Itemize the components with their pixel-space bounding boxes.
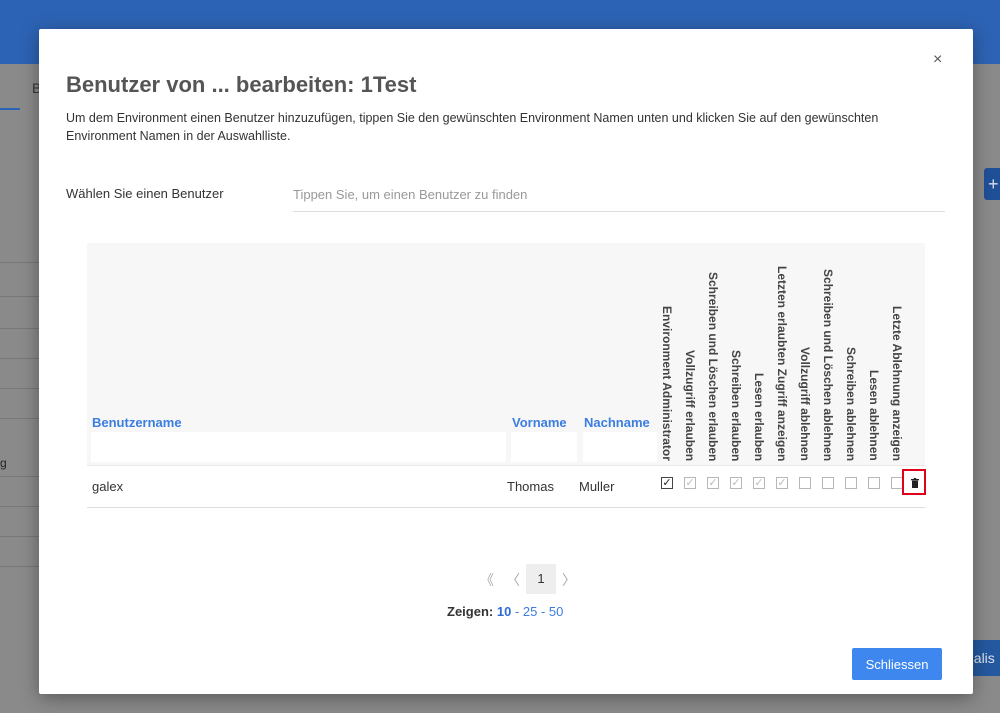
last-name-filter-input[interactable] <box>583 432 657 462</box>
perm-header-last-denial: Letzte Ablehnung anzeigen <box>890 306 904 461</box>
previous-page-icon[interactable]: 〈 <box>506 570 520 590</box>
background-row-divider <box>0 358 40 359</box>
background-tab-underline <box>0 108 20 110</box>
column-header-username[interactable]: Benutzername <box>92 415 182 430</box>
background-add-button: + <box>984 168 1000 200</box>
page-number-current[interactable]: 1 <box>526 564 556 594</box>
close-dialog-button[interactable]: Schliessen <box>852 648 942 680</box>
perm-checkbox-read-deny[interactable] <box>868 477 880 489</box>
perm-header-write-allow: Schreiben erlauben <box>729 349 743 461</box>
perm-header-last-allowed-access: Letzten erlaubten Zugriff anzeigen <box>775 265 789 461</box>
perm-checkbox-env-admin[interactable]: ✓ <box>661 477 673 489</box>
user-select-label: Wählen Sie einen Benutzer <box>66 186 224 201</box>
background-row-divider <box>0 262 40 263</box>
background-row-divider <box>0 536 40 537</box>
row-divider <box>87 465 925 466</box>
page-size-option[interactable]: 50 <box>549 604 563 619</box>
column-header-last-name[interactable]: Nachname <box>584 415 650 430</box>
background-row-divider <box>0 476 40 477</box>
username-filter-input[interactable] <box>91 432 506 462</box>
column-header-first-name[interactable]: Vorname <box>512 415 567 430</box>
row-divider <box>87 507 925 508</box>
background-text-fragment: g <box>0 456 7 470</box>
perm-checkbox-last-allowed-access[interactable]: ✓ <box>776 477 788 489</box>
perm-checkbox-read-allow[interactable]: ✓ <box>753 477 765 489</box>
background-row-divider <box>0 296 40 297</box>
perm-checkbox-write-delete-allow[interactable]: ✓ <box>707 477 719 489</box>
page-size-selector: Zeigen: 10 - 25 - 50 <box>447 604 563 619</box>
perm-header-write-delete-deny: Schreiben und Löschen ablehnen <box>821 268 835 461</box>
background-row-divider <box>0 388 40 389</box>
cell-username: galex <box>92 479 124 494</box>
perm-header-read-deny: Lesen ablehnen <box>867 370 881 461</box>
perm-checkbox-full-deny[interactable] <box>799 477 811 489</box>
perm-header-env-admin: Environment Administrator <box>660 306 674 461</box>
delete-user-button[interactable] <box>902 469 926 495</box>
first-page-icon[interactable]: 《 <box>480 570 494 590</box>
background-row-divider <box>0 506 40 507</box>
trash-icon <box>911 478 919 488</box>
perm-header-full-allow: Vollzugriff erlauben <box>683 349 697 461</box>
dialog-title: Benutzer von ... bearbeiten: 1Test <box>66 72 417 97</box>
next-page-icon[interactable]: 〉 <box>562 570 576 590</box>
perm-header-read-allow: Lesen erlauben <box>752 372 766 461</box>
page-size-separator: - <box>537 604 549 619</box>
perm-checkbox-full-allow[interactable]: ✓ <box>684 477 696 489</box>
perm-header-full-deny: Vollzugriff ablehnen <box>798 347 812 461</box>
background-row-divider <box>0 328 40 329</box>
cell-first-name: Thomas <box>507 479 554 494</box>
edit-users-dialog: × Benutzer von ... bearbeiten: 1Test Um … <box>39 29 973 694</box>
page-size-option-selected[interactable]: 10 <box>497 604 511 619</box>
background-row-divider <box>0 566 40 567</box>
close-icon[interactable]: × <box>933 51 942 69</box>
page-size-separator: - <box>511 604 523 619</box>
dialog-description: Um dem Environment einen Benutzer hinzuz… <box>66 111 879 143</box>
perm-checkbox-write-deny[interactable] <box>845 477 857 489</box>
page-size-label: Zeigen: <box>447 604 494 619</box>
page-size-option[interactable]: 25 <box>523 604 537 619</box>
user-search-input[interactable] <box>293 177 945 212</box>
cell-last-name: Muller <box>579 479 615 494</box>
background-row-divider <box>0 418 40 419</box>
perm-checkbox-write-delete-deny[interactable] <box>822 477 834 489</box>
users-permissions-table: Benutzername Vorname Nachname Environmen… <box>87 243 926 508</box>
first-name-filter-input[interactable] <box>511 432 577 462</box>
perm-header-write-delete-allow: Schreiben und Löschen erlauben <box>706 271 720 461</box>
perm-header-write-deny: Schreiben ablehnen <box>844 346 858 461</box>
perm-checkbox-write-allow[interactable]: ✓ <box>730 477 742 489</box>
